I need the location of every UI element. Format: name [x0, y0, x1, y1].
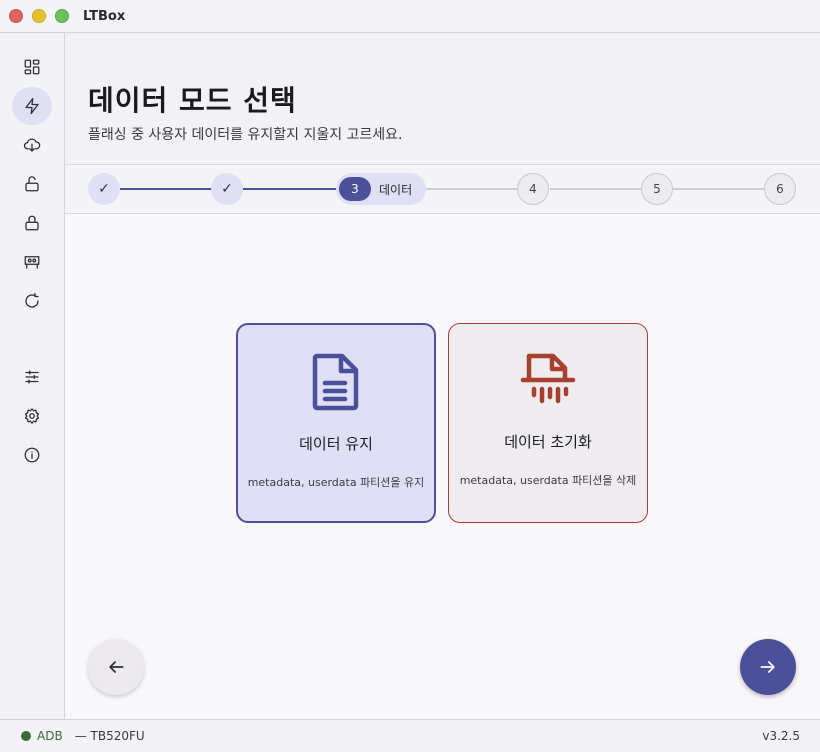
sidebar-item-download[interactable] [12, 126, 52, 164]
arrow-right-icon [760, 661, 775, 673]
sidebar-item-tweaks[interactable] [12, 358, 52, 396]
option-title: 데이터 초기화 [504, 433, 592, 451]
step-5: 5 [641, 173, 673, 205]
lock-icon [25, 215, 39, 231]
page-header: 데이터 모드 선택 플래싱 중 사용자 데이터를 유지할지 지울지 고르세요. [65, 33, 820, 165]
sidebar-item-settings[interactable] [12, 397, 52, 435]
main-content: 데이터 모드 선택 플래싱 중 사용자 데이터를 유지할지 지울지 고르세요. … [65, 33, 820, 719]
step-6: 6 [764, 173, 796, 205]
title-bar: LTBox [0, 0, 820, 33]
sidebar-item-unlock[interactable] [12, 165, 52, 203]
option-description: metadata, userdata 파티션을 유지 [247, 476, 425, 489]
keep-data-option-card[interactable]: 데이터 유지 metadata, userdata 파티션을 유지 [236, 323, 436, 523]
unlock-icon [25, 176, 39, 192]
sidebar-item-dashboard[interactable] [12, 48, 52, 86]
connection-mode: ADB [37, 729, 63, 743]
wipe-data-option-card[interactable]: 데이터 초기화 metadata, userdata 파티션을 삭제 [448, 323, 648, 523]
step-connector [673, 188, 764, 190]
device-model: — TB520FU [74, 729, 145, 743]
sidebar-item-flash[interactable] [12, 87, 52, 125]
device-board-icon [24, 256, 40, 269]
status-bar: ADB — TB520FU v3.2.5 [0, 719, 820, 752]
step-2-complete[interactable]: ✓ [211, 173, 243, 205]
arrow-left-icon [109, 661, 124, 673]
step-connector [243, 188, 336, 190]
sidebar [0, 33, 65, 719]
document-icon [312, 353, 359, 411]
info-icon [24, 447, 40, 463]
refresh-icon [25, 292, 39, 308]
gear-icon [24, 408, 40, 424]
sidebar-item-lock[interactable] [12, 204, 52, 242]
page-title: 데이터 모드 선택 [88, 84, 297, 117]
connection-status-dot [21, 731, 31, 741]
step-connector [120, 188, 212, 190]
step-label: 데이터 [379, 182, 413, 197]
close-window-button[interactable] [9, 9, 23, 23]
page-subtitle: 플래싱 중 사용자 데이터를 유지할지 지울지 고르세요. [88, 127, 403, 143]
option-title: 데이터 유지 [299, 435, 373, 453]
next-button[interactable] [740, 639, 796, 695]
cloud-download-icon [23, 138, 41, 152]
option-description: metadata, userdata 파티션을 삭제 [459, 474, 637, 487]
app-title: LTBox [83, 8, 126, 24]
sidebar-item-info[interactable] [12, 436, 52, 474]
sidebar-item-refresh[interactable] [12, 282, 52, 320]
maximize-window-button[interactable] [55, 9, 69, 23]
minimize-window-button[interactable] [32, 9, 46, 23]
step-4: 4 [517, 173, 549, 205]
app-version: v3.2.5 [762, 729, 800, 743]
shredder-icon [520, 353, 576, 404]
flash-icon [25, 97, 39, 115]
wizard-stepper: ✓ ✓ 3 데이터 4 5 6 [65, 165, 820, 214]
dashboard-icon [24, 59, 40, 75]
step-connector [550, 188, 641, 190]
window-controls [9, 9, 69, 23]
sliders-icon [25, 370, 39, 384]
step-1-complete[interactable]: ✓ [88, 173, 120, 205]
step-number: 3 [339, 177, 371, 201]
step-connector [426, 188, 517, 190]
back-button[interactable] [88, 639, 144, 695]
step-3-active[interactable]: 3 데이터 [336, 173, 426, 205]
sidebar-item-device[interactable] [12, 243, 52, 281]
